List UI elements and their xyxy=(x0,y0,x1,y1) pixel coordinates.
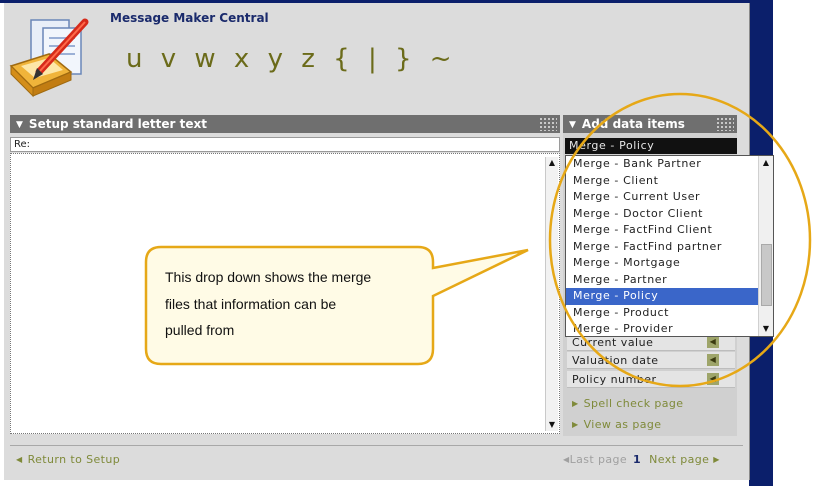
callout-overlay xyxy=(144,92,812,388)
callout-line: pulled from xyxy=(165,322,235,338)
highlight-ellipse xyxy=(548,92,812,388)
callout-text: This drop down shows the merge files tha… xyxy=(165,264,425,344)
callout-line: files that information can be xyxy=(165,295,337,312)
callout-line: This drop down shows the merge xyxy=(165,269,372,285)
